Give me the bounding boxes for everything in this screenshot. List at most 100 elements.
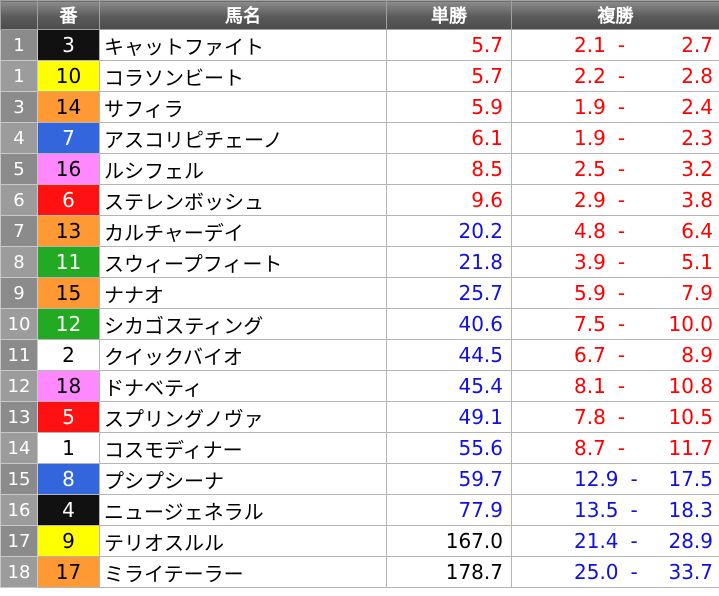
- horse-number-badge: 7: [37, 122, 100, 154]
- horse-name: スプリングノヴァ: [99, 401, 387, 433]
- horse-number-badge: 3: [37, 29, 100, 61]
- place-odds-separator: -: [617, 281, 626, 305]
- place-odds-high: 8.9: [681, 343, 713, 367]
- rank-cell: 18: [0, 556, 38, 588]
- rank-cell: 17: [0, 525, 38, 557]
- odds-table: 番 馬名 単勝 複勝 1 3 キャットファイト 5.7 2.1-2.7 1 10 コラソンビー…: [0, 0, 719, 588]
- place-odds-high: 6.4: [681, 219, 713, 243]
- rank-cell: 1: [0, 29, 38, 61]
- rank-cell: 16: [0, 494, 38, 526]
- place-odds-high: 17.5: [668, 467, 713, 491]
- place-odds-separator: -: [630, 529, 638, 553]
- place-odds-high: 28.9: [668, 529, 713, 553]
- table-row: 5 16 ルシフェル 8.5 2.5- 3.2: [0, 153, 719, 185]
- number-header: 番: [37, 0, 100, 30]
- horse-name: カルチャーデイ: [99, 215, 387, 247]
- horse-name-header: 馬名: [99, 0, 387, 30]
- place-odds-high: 10.8: [668, 374, 713, 398]
- table-row: 10 12 シカゴスティング 40.6 7.5- 10.0: [0, 308, 719, 340]
- place-odds-separator: -: [617, 250, 626, 274]
- win-odds: 5.9: [386, 91, 512, 123]
- table-row: 15 8 プシプシーナ 59.7 12.9- 17.5: [0, 463, 719, 495]
- table-row: 8 11 スウィープフィート 21.8 3.9- 5.1: [0, 246, 719, 278]
- place-odds-separator: -: [617, 157, 626, 181]
- rank-cell: 7: [0, 215, 38, 247]
- table-row: 1 3 キャットファイト 5.7 2.1- 2.7: [0, 29, 719, 61]
- place-odds-separator: -: [617, 64, 626, 88]
- win-odds: 45.4: [386, 370, 512, 402]
- rank-cell: 10: [0, 308, 38, 340]
- table-row: 11 2 クイックバイオ 44.5 6.7- 8.9: [0, 339, 719, 371]
- rank-cell: 5: [0, 153, 38, 185]
- horse-number-badge: 5: [37, 401, 100, 433]
- place-odds-low: 12.9: [574, 467, 619, 491]
- place-odds-high: 33.7: [668, 560, 713, 584]
- horse-number-badge: 2: [37, 339, 100, 371]
- win-odds-header: 単勝: [386, 0, 512, 30]
- win-odds: 49.1: [386, 401, 512, 433]
- win-odds: 21.8: [386, 246, 512, 278]
- place-odds-low: 7.8: [574, 405, 606, 429]
- horse-number-badge: 9: [37, 525, 100, 557]
- place-odds-separator: -: [617, 95, 626, 119]
- place-odds-low: 7.5: [574, 312, 606, 336]
- place-odds-high: 3.2: [681, 157, 713, 181]
- win-odds: 55.6: [386, 432, 512, 464]
- place-odds-high: 11.7: [668, 436, 713, 460]
- table-header-row: 番 馬名 単勝 複勝: [0, 0, 719, 30]
- place-odds-header: 複勝: [511, 0, 719, 30]
- horse-name: プシプシーナ: [99, 463, 387, 495]
- horse-name: ルシフェル: [99, 153, 387, 185]
- horse-name: コラソンビート: [99, 60, 387, 92]
- horse-name: キャットファイト: [99, 29, 387, 61]
- place-odds: 13.5- 18.3: [511, 494, 719, 526]
- horse-name: スウィープフィート: [99, 246, 387, 278]
- win-odds: 8.5: [386, 153, 512, 185]
- place-odds-low: 21.4: [574, 529, 619, 553]
- place-odds-low: 1.9: [574, 126, 606, 150]
- win-odds: 167.0: [386, 525, 512, 557]
- horse-number-badge: 17: [37, 556, 100, 588]
- horse-number-badge: 12: [37, 308, 100, 340]
- place-odds-high: 2.8: [681, 64, 713, 88]
- win-odds: 44.5: [386, 339, 512, 371]
- place-odds-low: 2.2: [574, 64, 606, 88]
- rank-cell: 13: [0, 401, 38, 433]
- horse-number-badge: 10: [37, 60, 100, 92]
- horse-number-badge: 4: [37, 494, 100, 526]
- place-odds-separator: -: [617, 405, 626, 429]
- horse-name: ステレンボッシュ: [99, 184, 387, 216]
- place-odds-low: 6.7: [574, 343, 606, 367]
- horse-number-badge: 13: [37, 215, 100, 247]
- place-odds-separator: -: [617, 126, 626, 150]
- place-odds-low: 13.5: [574, 498, 619, 522]
- place-odds-low: 2.9: [574, 188, 606, 212]
- horse-number-badge: 8: [37, 463, 100, 495]
- horse-name: シカゴスティング: [99, 308, 387, 340]
- win-odds: 6.1: [386, 122, 512, 154]
- place-odds: 25.0- 33.7: [511, 556, 719, 588]
- place-odds: 21.4- 28.9: [511, 525, 719, 557]
- place-odds-separator: -: [617, 219, 626, 243]
- place-odds-low: 8.1: [574, 374, 606, 398]
- rank-header: [0, 0, 38, 30]
- place-odds-low: 5.9: [574, 281, 606, 305]
- place-odds-low: 25.0: [574, 560, 619, 584]
- place-odds-low: 1.9: [574, 95, 606, 119]
- win-odds: 25.7: [386, 277, 512, 309]
- place-odds-separator: -: [630, 467, 638, 491]
- place-odds-high: 10.5: [668, 405, 713, 429]
- place-odds-low: 4.8: [574, 219, 606, 243]
- place-odds: 7.5- 10.0: [511, 308, 719, 340]
- rank-cell: 8: [0, 246, 38, 278]
- table-row: 12 18 ドナベティ 45.4 8.1- 10.8: [0, 370, 719, 402]
- place-odds-separator: -: [617, 188, 626, 212]
- place-odds-separator: -: [617, 343, 626, 367]
- place-odds-separator: -: [630, 560, 638, 584]
- table-row: 18 17 ミライテーラー 178.7 25.0- 33.7: [0, 556, 719, 588]
- rank-cell: 4: [0, 122, 38, 154]
- place-odds: 2.1- 2.7: [511, 29, 719, 61]
- place-odds-high: 7.9: [681, 281, 713, 305]
- place-odds-separator: -: [617, 312, 626, 336]
- win-odds: 40.6: [386, 308, 512, 340]
